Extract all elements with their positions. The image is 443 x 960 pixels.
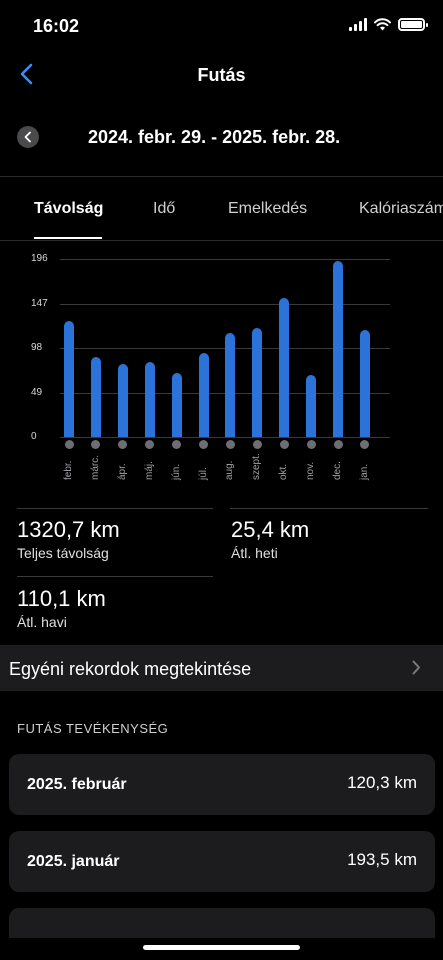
nav-bar: Futás [0,56,443,96]
activity-month-card[interactable]: 2025. február 120,3 km [9,754,435,815]
active-tab-indicator [34,237,102,239]
x-axis-month-label: szept. [251,453,263,480]
chart-bar[interactable] [306,375,317,437]
stat-divider [17,576,213,577]
month-marker-dot [172,440,182,449]
stat-label: Átl. heti [231,545,278,561]
x-axis-month-label: dec. [332,461,343,480]
gridline [60,437,390,438]
chevron-right-icon [412,660,420,675]
month-marker-dot [279,440,289,449]
month-marker-dot [91,440,101,449]
activity-month-card[interactable]: 2025. január 193,5 km [9,831,435,892]
x-axis-month-label: okt. [278,463,290,480]
y-axis-tick-label: 0 [31,431,37,442]
chart-bar[interactable] [225,332,236,437]
tab-distance[interactable]: Távolság [34,200,103,218]
activity-month-distance: 120,3 km [347,773,417,792]
chart-bar[interactable] [90,357,101,437]
metric-tabs: Távolság Idő Emelkedés Kalóriaszám [0,190,443,240]
x-axis-month-label: jún. [170,463,182,480]
divider [0,176,443,177]
page-title: Futás [197,65,246,85]
x-axis-month-label: febr. [63,460,74,480]
month-marker-dot [252,440,262,449]
chart-bar[interactable] [198,353,209,437]
stat-value: 25,4 km [231,517,310,542]
stat-label: Teljes távolság [17,545,109,561]
personal-records-row[interactable]: Egyéni rekordok megtekintése [0,645,443,691]
status-bar: 16:02 [0,0,443,52]
date-range-row: 2024. febr. 29. - 2025. febr. 28. [0,118,443,158]
month-marker-dot [64,440,74,449]
activity-month-card[interactable] [9,908,435,938]
chart-bar[interactable] [117,364,128,437]
x-axis-month-label: júl. [197,467,209,480]
x-axis-month-label: ápr. [116,463,128,480]
x-axis-month-label: aug. [224,460,236,480]
month-marker-dot [199,440,208,449]
date-range-label: 2024. febr. 29. - 2025. febr. 28. [88,127,341,147]
chevron-left-icon [24,131,31,143]
month-marker-dot [225,440,235,449]
month-marker-dot [306,440,316,449]
month-marker-dot [118,440,128,449]
activity-month-distance: 193,5 km [347,850,417,869]
gridline [60,259,390,260]
chart-bar[interactable] [333,261,343,437]
home-indicator[interactable] [143,945,300,950]
y-axis-tick-label: 147 [31,297,48,309]
x-axis-month-label: jan. [358,463,370,480]
y-axis-tick-label: 49 [31,386,43,398]
chart-bar[interactable] [64,320,74,437]
y-axis-tick-label: 196 [31,253,48,264]
x-axis-month-label: máj. [143,461,155,480]
status-time: 16:02 [33,16,80,36]
month-marker-dot [145,440,155,449]
chart-bar[interactable] [252,328,263,437]
stat-divider [17,508,213,509]
stat-monthly-average: 110,1 km Átl. havi [17,586,106,630]
x-axis-month-label: márc. [89,455,101,480]
stat-value: 1320,7 km [17,517,120,542]
tab-time[interactable]: Idő [153,200,175,218]
activity-month-title: 2025. január [27,853,120,870]
month-marker-dot [333,440,343,449]
personal-records-label: Egyéni rekordok megtekintése [9,659,252,679]
chart-bar[interactable] [144,361,155,437]
stat-weekly-average: 25,4 km Átl. heti [231,517,309,561]
cellular-signal-icon [349,18,367,31]
stat-total-distance: 1320,7 km Teljes távolság [17,517,120,561]
status-icons [349,18,428,31]
stat-label: Átl. havi [17,614,67,630]
activity-month-title: 2025. február [27,776,127,793]
stat-value: 110,1 km [17,586,106,611]
divider [0,240,443,241]
wifi-icon [374,18,391,31]
x-axis-month-label: nov. [305,461,317,480]
tab-calories[interactable]: Kalóriaszám [359,200,443,218]
chart-bar[interactable] [279,298,290,437]
battery-icon [398,18,428,31]
distance-bar-chart: 196 147 98 49 0 febr. márc. ápr. máj. jún. júl. aug… [0,244,443,494]
stat-divider [230,508,428,509]
previous-period-button[interactable] [17,126,39,148]
y-axis-tick-label: 98 [31,342,43,353]
month-marker-dot [360,440,370,449]
chart-bar[interactable] [171,373,182,437]
tab-elevation[interactable]: Emelkedés [228,200,307,218]
section-header: FUTÁS TEVÉKENYSÉG [17,721,169,736]
chart-bar[interactable] [359,329,370,437]
